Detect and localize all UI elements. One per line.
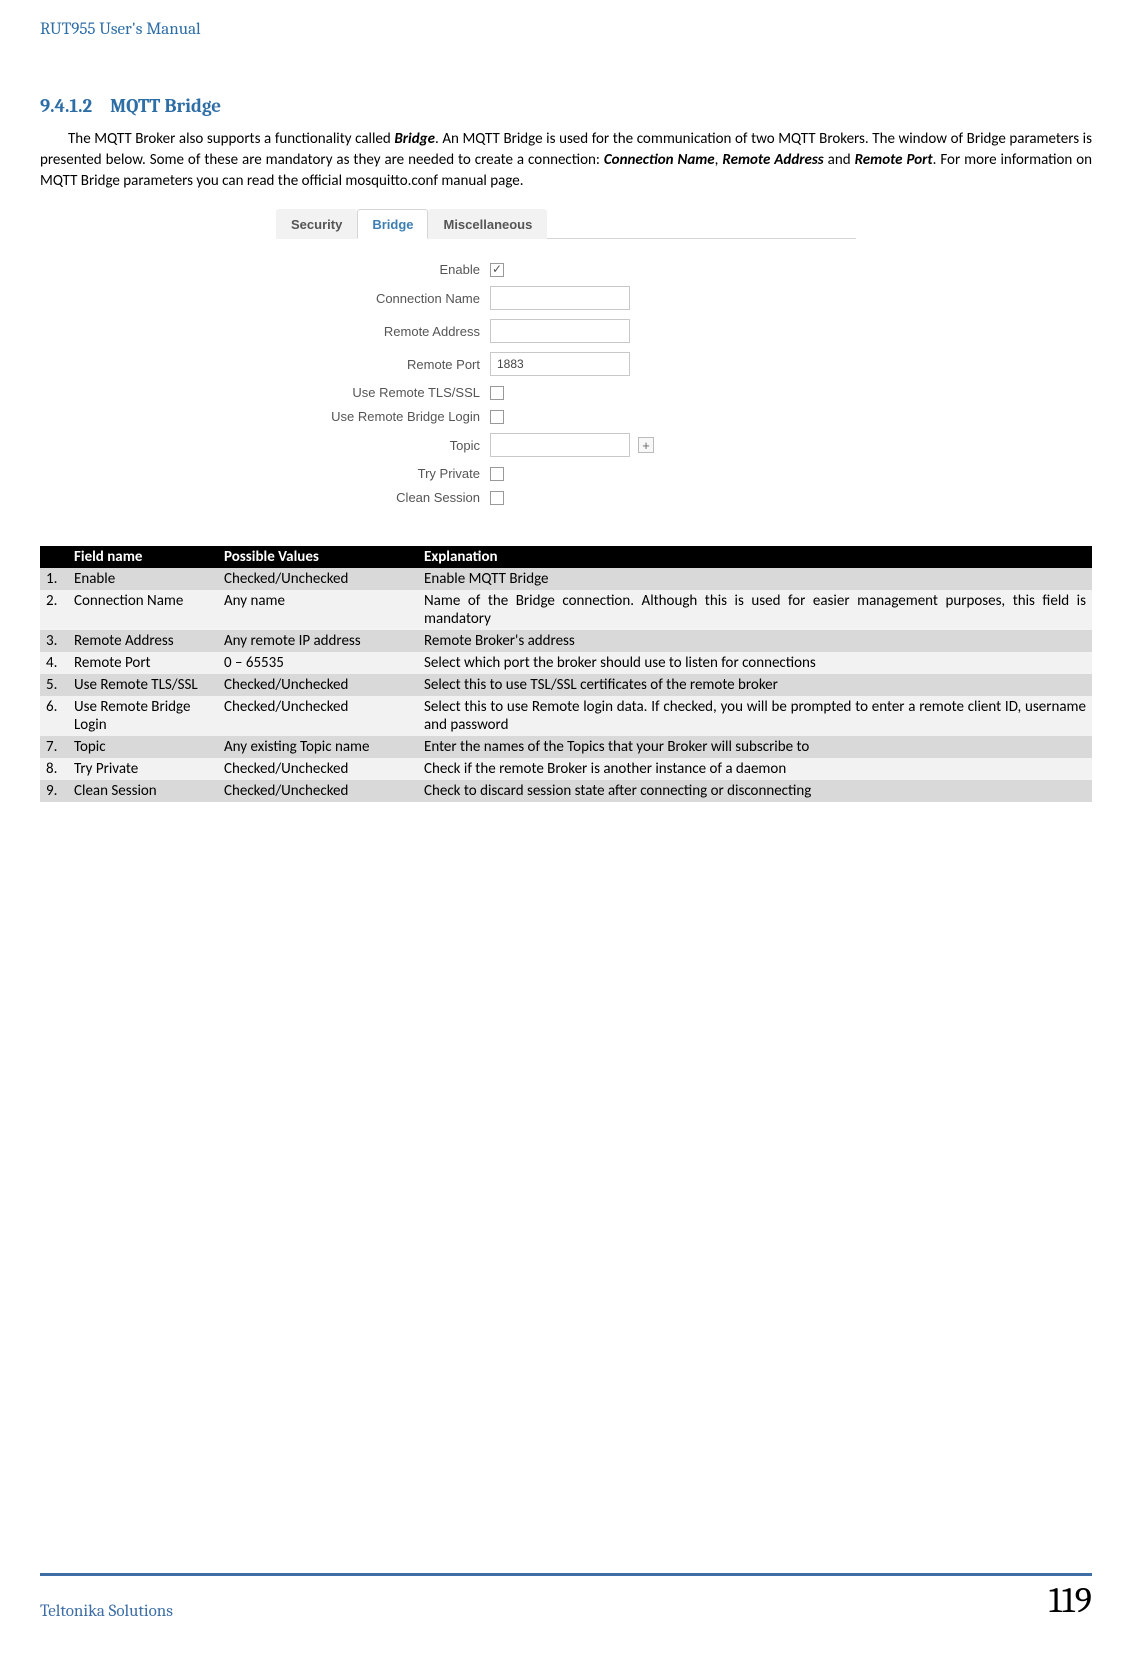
tab-bridge[interactable]: Bridge [357, 209, 428, 239]
cell-num: 9. [40, 780, 68, 802]
cell-explanation: Enable MQTT Bridge [418, 568, 1092, 590]
cell-field: Remote Port [68, 652, 218, 674]
checkbox-try-private[interactable] [490, 467, 504, 481]
cell-explanation: Select this to use Remote login data. If… [418, 696, 1092, 736]
cell-field: Use Remote Bridge Login [68, 696, 218, 736]
checkbox-use-remote-login[interactable] [490, 410, 504, 424]
label-clean-session: Clean Session [280, 490, 490, 505]
table-row: 7.TopicAny existing Topic nameEnter the … [40, 736, 1092, 758]
cell-explanation: Remote Broker's address [418, 630, 1092, 652]
cell-num: 2. [40, 590, 68, 630]
section-heading: 9.4.1.2 MQTT Bridge [40, 95, 1092, 117]
cell-values: Checked/Unchecked [218, 780, 418, 802]
document-header: RUT955 User's Manual [40, 20, 1092, 45]
tab-bar: Security Bridge Miscellaneous [276, 208, 856, 239]
label-use-remote-login: Use Remote Bridge Login [280, 409, 490, 424]
label-topic: Topic [280, 438, 490, 453]
table-row: 3.Remote AddressAny remote IP addressRem… [40, 630, 1092, 652]
table-row: 8.Try PrivateChecked/UncheckedCheck if t… [40, 758, 1092, 780]
section-paragraph: The MQTT Broker also supports a function… [40, 129, 1092, 192]
th-values: Possible Values [218, 546, 418, 568]
cell-field: Enable [68, 568, 218, 590]
th-blank [40, 546, 68, 568]
label-remote-address: Remote Address [280, 324, 490, 339]
input-remote-address[interactable] [490, 319, 630, 343]
add-topic-button[interactable]: + [638, 437, 654, 453]
cell-values: Checked/Unchecked [218, 568, 418, 590]
cell-explanation: Check if the remote Broker is another in… [418, 758, 1092, 780]
cell-field: Remote Address [68, 630, 218, 652]
checkbox-enable[interactable] [490, 263, 504, 277]
table-row: 5.Use Remote TLS/SSLChecked/UncheckedSel… [40, 674, 1092, 696]
page-footer: Teltonika Solutions 119 [40, 1573, 1092, 1621]
cell-field: Topic [68, 736, 218, 758]
table-row: 2.Connection NameAny nameName of the Bri… [40, 590, 1092, 630]
footer-page-number: 119 [1049, 1580, 1092, 1621]
cell-values: Any remote IP address [218, 630, 418, 652]
input-connection-name[interactable] [490, 286, 630, 310]
cell-values: Checked/Unchecked [218, 696, 418, 736]
th-explanation: Explanation [418, 546, 1092, 568]
label-use-remote-tls: Use Remote TLS/SSL [280, 385, 490, 400]
cell-explanation: Check to discard session state after con… [418, 780, 1092, 802]
cell-num: 5. [40, 674, 68, 696]
tab-misc[interactable]: Miscellaneous [428, 209, 547, 239]
checkbox-clean-session[interactable] [490, 491, 504, 505]
cell-num: 6. [40, 696, 68, 736]
label-connection-name: Connection Name [280, 291, 490, 306]
cell-values: Any existing Topic name [218, 736, 418, 758]
cell-explanation: Select which port the broker should use … [418, 652, 1092, 674]
input-topic[interactable] [490, 433, 630, 457]
section-title: MQTT Bridge [110, 95, 221, 117]
cell-num: 4. [40, 652, 68, 674]
cell-field: Clean Session [68, 780, 218, 802]
cell-field: Connection Name [68, 590, 218, 630]
cell-values: 0 – 65535 [218, 652, 418, 674]
table-row: 4.Remote Port0 – 65535Select which port … [40, 652, 1092, 674]
table-row: 9.Clean SessionChecked/UncheckedCheck to… [40, 780, 1092, 802]
label-enable: Enable [280, 262, 490, 277]
table-row: 1.EnableChecked/UncheckedEnable MQTT Bri… [40, 568, 1092, 590]
cell-values: Checked/Unchecked [218, 758, 418, 780]
cell-explanation: Select this to use TSL/SSL certificates … [418, 674, 1092, 696]
table-row: 6.Use Remote Bridge LoginChecked/Uncheck… [40, 696, 1092, 736]
cell-explanation: Name of the Bridge connection. Although … [418, 590, 1092, 630]
cell-num: 8. [40, 758, 68, 780]
tab-security[interactable]: Security [276, 209, 357, 239]
cell-field: Use Remote TLS/SSL [68, 674, 218, 696]
section-number: 9.4.1.2 [40, 95, 92, 117]
footer-company: Teltonika Solutions [40, 1602, 173, 1621]
cell-field: Try Private [68, 758, 218, 780]
checkbox-use-remote-tls[interactable] [490, 386, 504, 400]
cell-num: 3. [40, 630, 68, 652]
parameters-table: Field name Possible Values Explanation 1… [40, 546, 1092, 802]
bridge-form-screenshot: Security Bridge Miscellaneous Enable Con… [276, 208, 856, 528]
label-remote-port: Remote Port [280, 357, 490, 372]
cell-values: Checked/Unchecked [218, 674, 418, 696]
input-remote-port[interactable] [490, 352, 630, 376]
cell-num: 7. [40, 736, 68, 758]
label-try-private: Try Private [280, 466, 490, 481]
cell-values: Any name [218, 590, 418, 630]
cell-num: 1. [40, 568, 68, 590]
th-field: Field name [68, 546, 218, 568]
cell-explanation: Enter the names of the Topics that your … [418, 736, 1092, 758]
